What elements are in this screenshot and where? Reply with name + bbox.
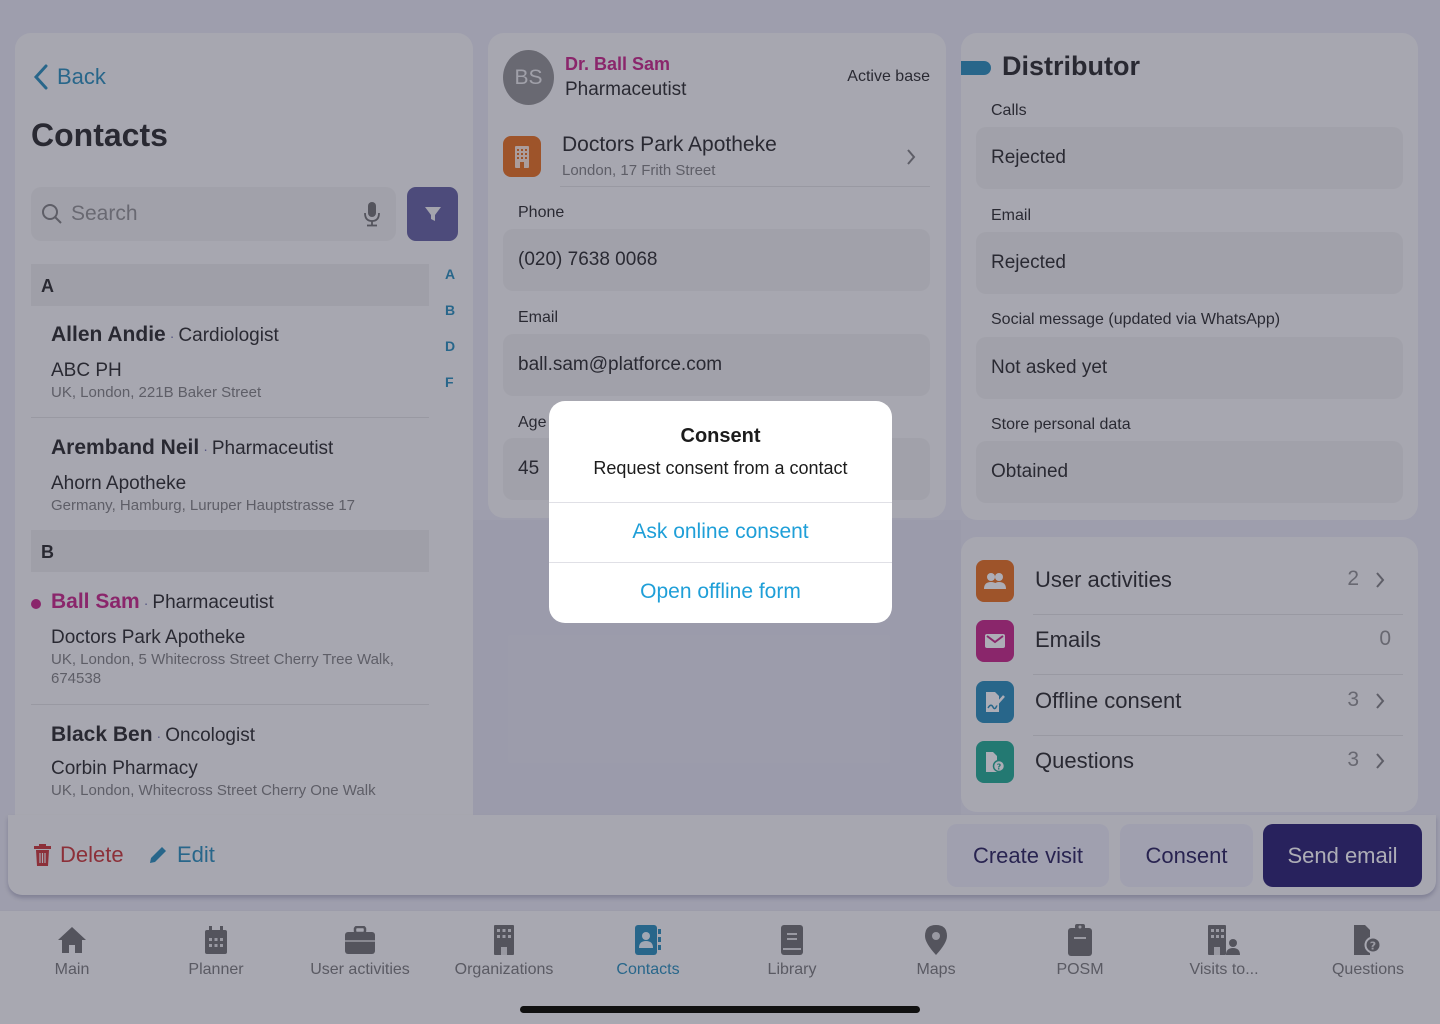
ask-online-consent-button[interactable]: Ask online consent [549,502,892,562]
home-indicator[interactable] [520,1006,920,1013]
consent-dialog: Consent Request consent from a contact A… [549,401,892,623]
dialog-message: Request consent from a contact [593,458,848,478]
open-offline-form-button[interactable]: Open offline form [549,562,892,622]
dialog-title: Consent [680,425,761,447]
app-root: Back Contacts A A B D F Allen Andie·Card… [0,0,1440,1024]
